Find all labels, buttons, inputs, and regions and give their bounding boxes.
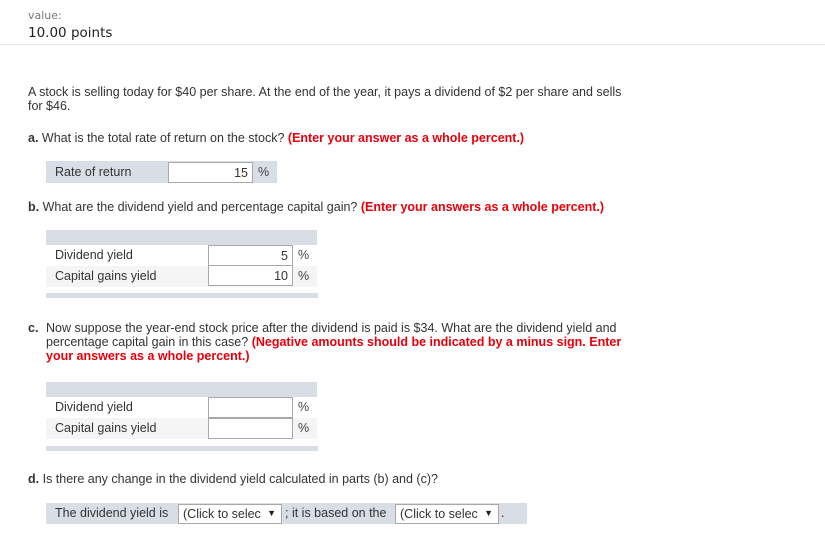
points-value: 10.00 points [28,25,113,41]
rate-of-return-unit: % [258,165,270,179]
question-a: a. What is the total rate of return on t… [28,131,524,145]
dropdown-arrow-icon: ▼ [267,508,276,518]
question-d-text: Is there any change in the dividend yiel… [42,472,438,486]
dividend-yield-label-b: Dividend yield [55,248,133,262]
answer-d-start: The dividend yield is [55,506,169,520]
answer-d-end: . [501,506,505,520]
dividend-yield-change-select[interactable]: (Click to selec ▼ [178,504,282,524]
question-a-text: What is the total rate of return on the … [41,131,285,145]
dropdown-arrow-icon: ▼ [484,508,493,518]
dividend-yield-basis-select[interactable]: (Click to selec ▼ [395,504,499,524]
question-d: d. Is there any change in the dividend y… [28,472,438,486]
capital-gains-unit-c: % [298,421,310,435]
question-b: b. What are the dividend yield and perce… [28,200,604,214]
capital-gains-label-b: Capital gains yield [55,269,157,283]
dividend-yield-unit-b: % [298,248,310,262]
question-header: value: 10.00 points [0,0,825,45]
table-c-header [46,382,317,397]
question-c-letter: c. [28,321,39,335]
capital-gains-unit-b: % [298,269,310,283]
capital-gains-input-b[interactable] [208,265,293,286]
question-d-letter: d. [28,472,40,486]
table-c-footer [46,446,318,451]
rate-of-return-label: Rate of return [55,165,132,179]
question-b-text: What are the dividend yield and percenta… [42,200,358,214]
select-2-value: (Click to selec [400,507,478,521]
rate-of-return-input[interactable] [168,162,253,183]
capital-gains-label-c: Capital gains yield [55,421,157,435]
dividend-yield-input-b[interactable] [208,245,293,266]
question-c: c. Now suppose the year-end stock price … [28,321,648,363]
table-b-footer [46,293,318,298]
dividend-yield-label-c: Dividend yield [55,400,133,414]
value-label: value: [28,9,62,22]
select-1-value: (Click to selec [183,507,261,521]
question-b-letter: b. [28,200,40,214]
problem-intro: A stock is selling today for $40 per sha… [28,85,622,113]
answer-d-middle: ; it is based on the [285,506,387,520]
dividend-yield-input-c[interactable] [208,397,293,418]
question-b-instruction: (Enter your answers as a whole percent.) [360,200,605,214]
question-c-body: Now suppose the year-end stock price aft… [28,321,648,363]
question-a-letter: a. [28,131,39,145]
capital-gains-input-c[interactable] [208,418,293,439]
table-b-header [46,230,317,245]
question-a-instruction: (Enter your answer as a whole percent.) [287,131,525,145]
dividend-yield-unit-c: % [298,400,310,414]
